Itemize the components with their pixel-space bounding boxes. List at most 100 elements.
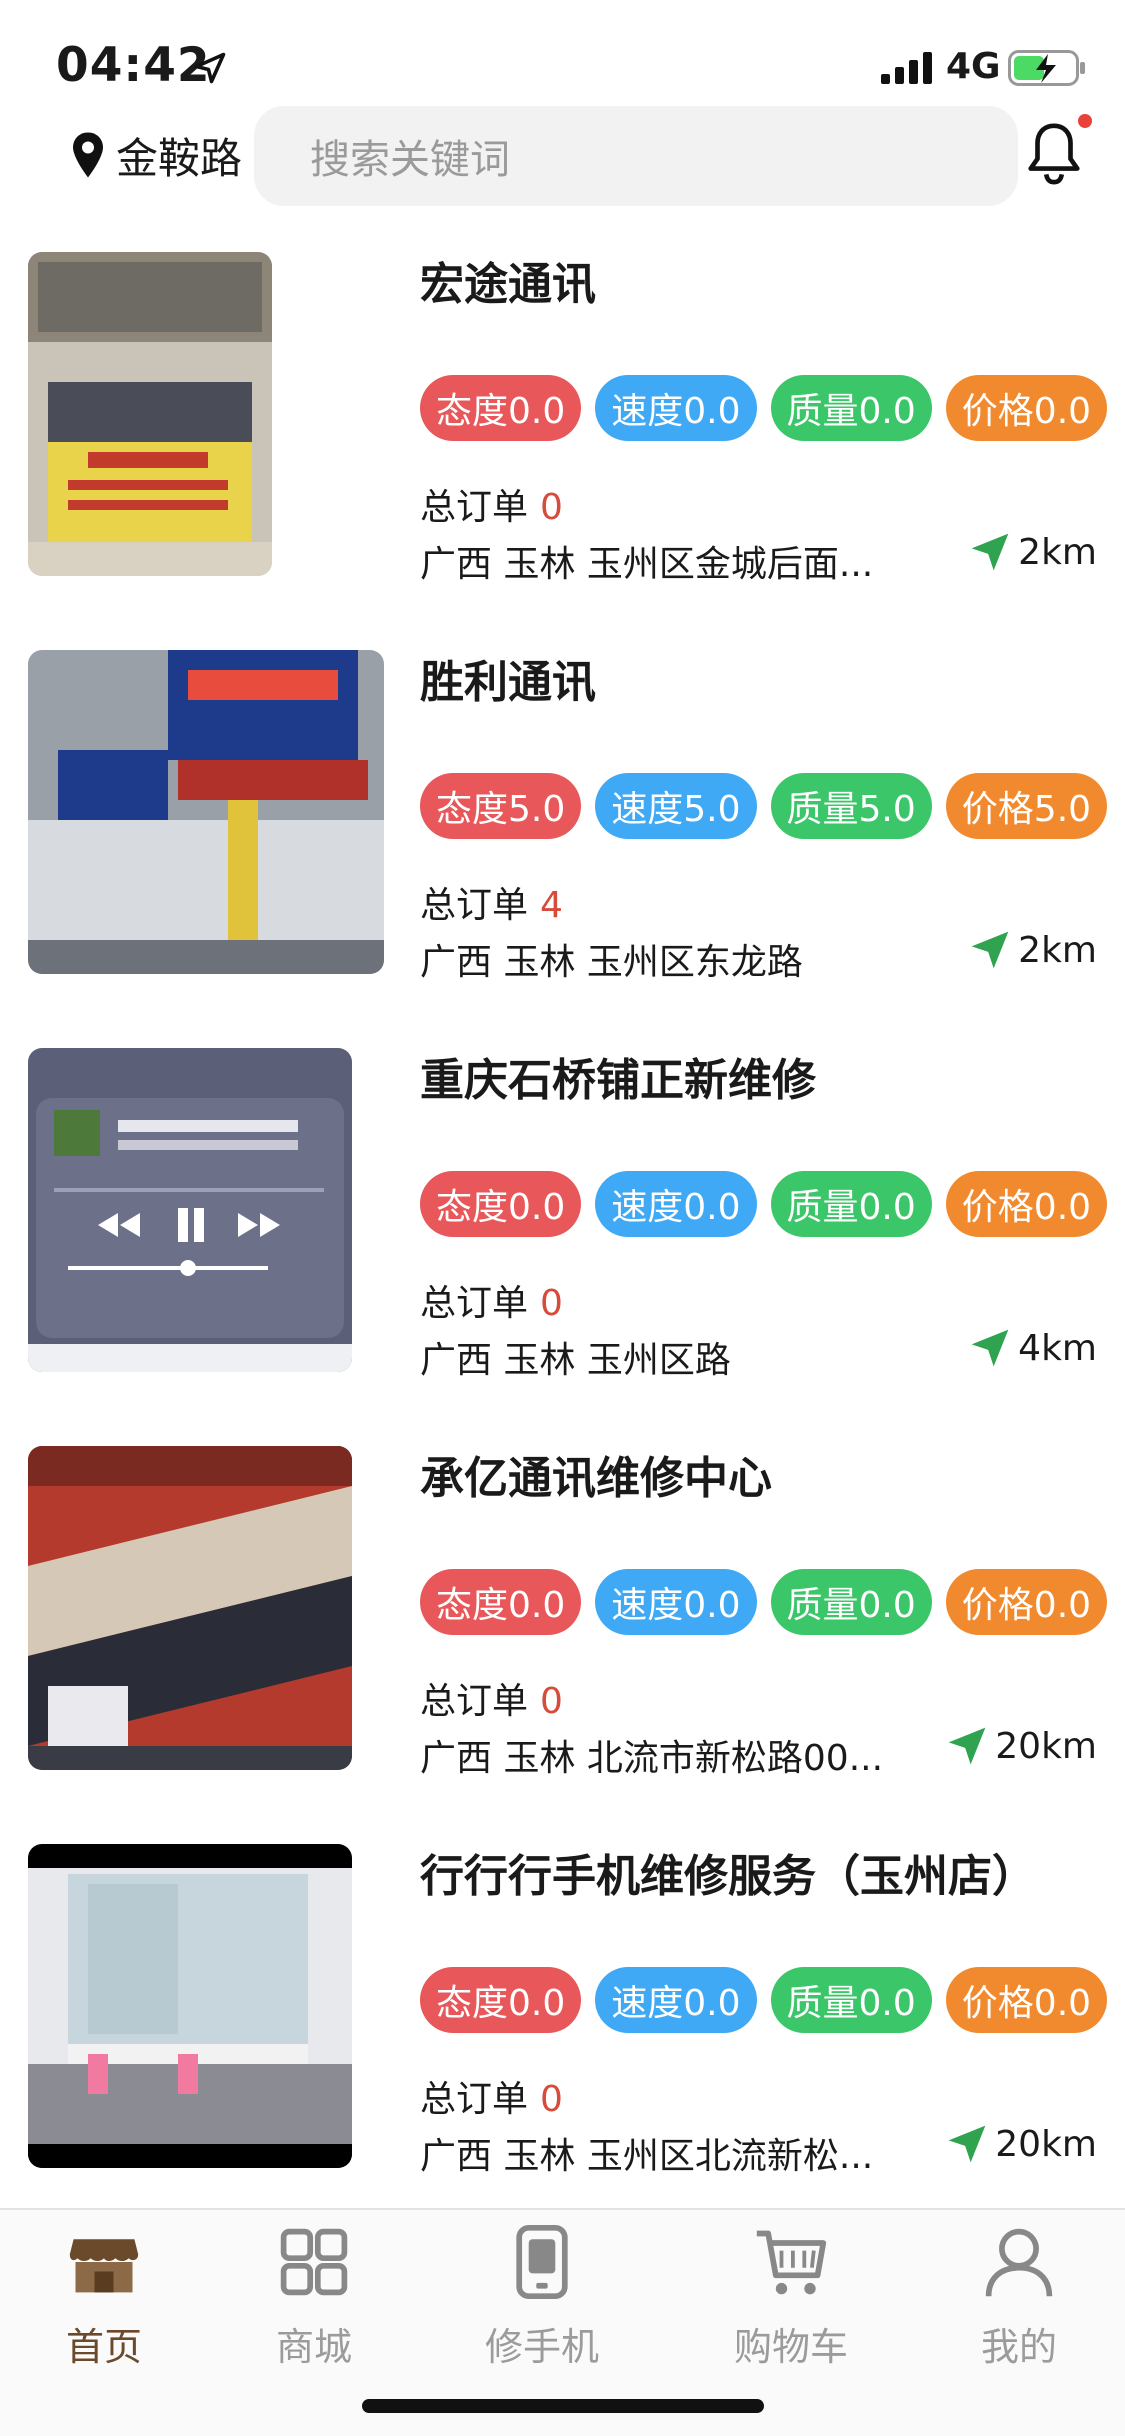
navigation-arrow-icon <box>971 931 1009 969</box>
orders-value: 0 <box>540 1283 563 1324</box>
orders-label: 总订单 <box>420 2079 529 2120</box>
rating-badges: 态度0.0 速度0.0 质量0.0 价格0.0 <box>420 1171 1121 1237</box>
shop-list-item[interactable]: 承亿通讯维修中心 态度0.0 速度0.0 质量0.0 价格0.0 总订单 0 广西… <box>0 1444 1125 1842</box>
price-badge: 价格0.0 <box>945 375 1108 441</box>
search-input[interactable]: 搜索关键词 <box>254 106 1018 206</box>
speed-badge: 速度5.0 <box>595 773 757 839</box>
tab-repair-phone[interactable]: 修手机 <box>462 2224 622 2374</box>
orders-label: 总订单 <box>420 1681 529 1722</box>
speed-badge: 速度0.0 <box>595 1569 757 1635</box>
attitude-badge: 态度0.0 <box>420 1569 582 1635</box>
distance: 2km <box>968 530 1097 574</box>
orders-value: 0 <box>540 487 563 528</box>
orders-value: 0 <box>540 1681 563 1722</box>
orders-label: 总订单 <box>420 1283 529 1324</box>
distance: 4km <box>968 1326 1097 1370</box>
distance-value: 20km <box>995 1725 1097 1767</box>
map-pin-icon <box>73 132 103 178</box>
shop-address: 广西 玉林 玉州区东龙路 <box>420 942 803 983</box>
order-count: 总订单 0 <box>420 1672 563 1724</box>
price-badge: 价格0.0 <box>945 1569 1108 1635</box>
speed-badge: 速度0.0 <box>595 1967 757 2033</box>
orders-label: 总订单 <box>420 487 529 528</box>
tab-mall[interactable]: 商城 <box>234 2224 394 2374</box>
rating-badges: 态度5.0 速度5.0 质量5.0 价格5.0 <box>420 773 1121 839</box>
home-indicator[interactable] <box>362 2399 764 2413</box>
shop-list-item[interactable]: 宏途通讯 态度0.0 速度0.0 质量0.0 价格0.0 总订单 0 广西 玉林 … <box>0 250 1125 648</box>
navigation-arrow-icon <box>948 2125 986 2163</box>
quality-badge: 质量0.0 <box>770 1967 932 2033</box>
speed-badge: 速度0.0 <box>595 375 757 441</box>
price-badge: 价格5.0 <box>945 773 1108 839</box>
shop-name: 胜利通讯 <box>420 657 596 708</box>
shop-address: 广西 玉林 玉州区北流新松... <box>420 2136 874 2177</box>
quality-badge: 质量0.0 <box>770 1569 932 1635</box>
network-type: 4G <box>946 46 1001 87</box>
order-count: 总订单 0 <box>420 478 563 530</box>
rating-badges: 态度0.0 速度0.0 质量0.0 价格0.0 <box>420 1967 1121 2033</box>
distance-value: 20km <box>995 2123 1097 2165</box>
distance-value: 4km <box>1018 1327 1097 1369</box>
shop-name: 承亿通讯维修中心 <box>420 1453 772 1504</box>
speed-badge: 速度0.0 <box>595 1171 757 1237</box>
shop-list-item[interactable]: 行行行手机维修服务（玉州店） 态度0.0 速度0.0 质量0.0 价格0.0 总… <box>0 1842 1125 2240</box>
attitude-badge: 态度0.0 <box>420 375 582 441</box>
tab-label: 商城 <box>275 2325 352 2369</box>
orders-label: 总订单 <box>420 885 529 926</box>
notification-bell-icon[interactable] <box>1024 120 1084 186</box>
user-icon <box>985 2228 1053 2297</box>
order-count: 总订单 0 <box>420 1274 563 1326</box>
header: 金鞍路 搜索关键词 <box>0 100 1125 212</box>
navigation-arrow-icon <box>948 1727 986 1765</box>
tab-label: 我的 <box>980 2325 1057 2369</box>
attitude-badge: 态度5.0 <box>420 773 582 839</box>
battery-icon <box>1008 50 1085 86</box>
tab-label: 修手机 <box>484 2325 599 2369</box>
shop-photo <box>28 1048 352 1372</box>
shop-list: 宏途通讯 态度0.0 速度0.0 质量0.0 价格0.0 总订单 0 广西 玉林 … <box>0 250 1125 2240</box>
shop-icon <box>69 2239 139 2293</box>
orders-value: 0 <box>540 2079 563 2120</box>
attitude-badge: 态度0.0 <box>420 1967 582 2033</box>
phone-icon <box>516 2224 568 2300</box>
price-badge: 价格0.0 <box>945 1967 1108 2033</box>
tab-label: 购物车 <box>733 2325 848 2369</box>
distance-value: 2km <box>1018 929 1097 971</box>
quality-badge: 质量0.0 <box>770 1171 932 1237</box>
rating-badges: 态度0.0 速度0.0 质量0.0 价格0.0 <box>420 375 1121 441</box>
shop-name: 行行行手机维修服务（玉州店） <box>420 1851 1036 1902</box>
tab-home[interactable]: 首页 <box>24 2224 184 2374</box>
attitude-badge: 态度0.0 <box>420 1171 582 1237</box>
location-label: 金鞍路 <box>116 133 243 183</box>
navigation-arrow-icon <box>971 533 1009 571</box>
notification-dot <box>1078 114 1092 128</box>
shop-photo <box>28 650 384 974</box>
tab-profile[interactable]: 我的 <box>939 2224 1099 2374</box>
location-selector[interactable]: 金鞍路 <box>70 122 242 188</box>
orders-value: 4 <box>540 885 563 926</box>
shop-name: 重庆石桥铺正新维修 <box>420 1055 816 1106</box>
shop-photo <box>28 1446 352 1770</box>
shop-list-item[interactable]: 重庆石桥铺正新维修 态度0.0 速度0.0 质量0.0 价格0.0 总订单 0 广… <box>0 1046 1125 1444</box>
location-arrow-icon <box>194 52 226 84</box>
order-count: 总订单 0 <box>420 2070 563 2122</box>
quality-badge: 质量5.0 <box>770 773 932 839</box>
shop-photo <box>28 252 272 576</box>
cart-icon <box>756 2230 827 2295</box>
quality-badge: 质量0.0 <box>770 375 932 441</box>
shop-photo <box>28 1844 352 2168</box>
price-badge: 价格0.0 <box>945 1171 1108 1237</box>
shop-address: 广西 玉林 北流市新松路00... <box>420 1738 884 1779</box>
tab-cart[interactable]: 购物车 <box>711 2224 871 2374</box>
bottom-tab-bar: 首页 商城 修手机 购物车 我的 <box>0 2208 1125 2436</box>
status-time: 04:42 <box>56 38 211 93</box>
shop-address: 广西 玉林 玉州区路 <box>420 1340 731 1381</box>
distance: 2km <box>968 928 1097 972</box>
shop-list-item[interactable]: 胜利通讯 态度5.0 速度5.0 质量5.0 价格5.0 总订单 4 广西 玉林 … <box>0 648 1125 1046</box>
rating-badges: 态度0.0 速度0.0 质量0.0 价格0.0 <box>420 1569 1121 1635</box>
distance: 20km <box>945 2122 1097 2166</box>
shop-address: 广西 玉林 玉州区金城后面... <box>420 544 874 585</box>
order-count: 总订单 4 <box>420 876 563 928</box>
distance-value: 2km <box>1018 531 1097 573</box>
signal-icon <box>881 52 932 84</box>
